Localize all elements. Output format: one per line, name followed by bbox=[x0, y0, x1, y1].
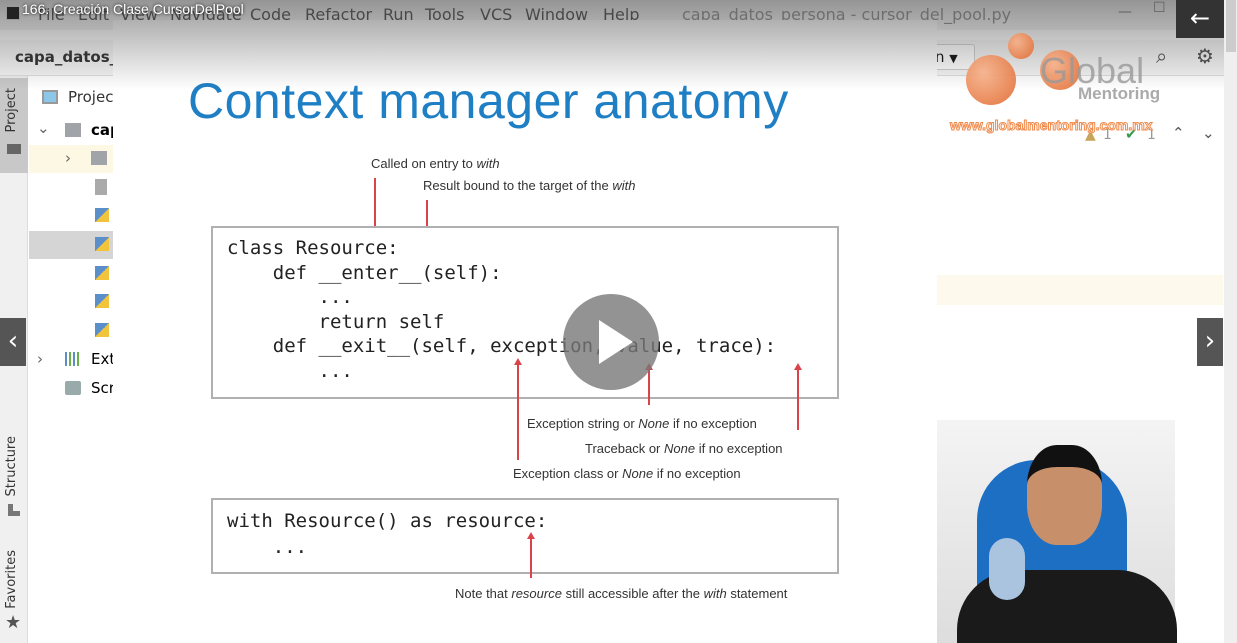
project-view-icon bbox=[42, 90, 58, 104]
python-file-icon bbox=[95, 294, 109, 308]
tree-item-py-file[interactable] bbox=[29, 260, 113, 288]
tree-item-py-file[interactable] bbox=[29, 202, 113, 230]
tool-tab-favorites[interactable]: Favorites ★ bbox=[0, 548, 28, 638]
chevron-right-icon: › bbox=[37, 350, 43, 368]
minimize-icon[interactable]: — bbox=[1118, 4, 1132, 20]
tool-tab-project[interactable]: Project bbox=[0, 78, 28, 173]
python-file-icon bbox=[95, 323, 109, 337]
tree-item-scratches[interactable]: Scr bbox=[29, 375, 115, 403]
scratches-icon bbox=[65, 381, 81, 395]
globe-small-icon bbox=[1008, 33, 1034, 59]
chevron-up-icon[interactable]: ⌃ bbox=[1172, 124, 1185, 142]
chevron-left-icon: ‹ bbox=[7, 326, 19, 356]
note-result: Result bound to the target of the with bbox=[423, 178, 636, 193]
tree-item-folder[interactable]: › bbox=[29, 145, 113, 173]
logo-url: www.globalmentoring.com.mx bbox=[950, 117, 1154, 134]
breadcrumb[interactable]: capa_datos_ bbox=[15, 48, 117, 66]
star-icon: ★ bbox=[5, 612, 22, 633]
note-enter: Called on entry to with bbox=[371, 156, 500, 171]
search-icon[interactable]: ⌕ bbox=[1156, 44, 1167, 68]
tree-item-py-file[interactable] bbox=[29, 317, 113, 345]
chevron-down-icon[interactable]: ⌄ bbox=[1202, 124, 1215, 142]
code-box-with: with Resource() as resource: ... bbox=[211, 498, 839, 574]
tool-tab-structure-label: Structure bbox=[4, 436, 19, 497]
tree-scratches-label: Scr bbox=[91, 379, 115, 397]
back-button[interactable]: ← bbox=[1176, 0, 1224, 38]
microphone bbox=[989, 538, 1025, 600]
tool-tab-structure[interactable]: Structure bbox=[0, 432, 28, 522]
note-traceback: Traceback or None if no exception bbox=[585, 441, 783, 456]
code-with-statement: with Resource() as resource: ... bbox=[227, 510, 548, 558]
slide-title: Context manager anatomy bbox=[188, 73, 789, 129]
arrow-exception bbox=[514, 358, 522, 460]
video-title: 166. Creación Clase CursorDelPool bbox=[22, 1, 244, 17]
python-file-icon bbox=[95, 208, 109, 222]
tree-item-file[interactable] bbox=[29, 173, 113, 201]
folder-icon bbox=[65, 123, 81, 137]
note-exception-class: Exception class or None if no exception bbox=[513, 466, 741, 481]
logo-sub: Mentoring bbox=[1078, 84, 1161, 103]
scrollbar[interactable] bbox=[1224, 0, 1237, 643]
webcam-overlay bbox=[937, 420, 1177, 643]
tree-item-root[interactable]: ⌄ cap bbox=[29, 117, 121, 145]
editor-current-line bbox=[937, 275, 1223, 305]
chevron-down-icon: ▼ bbox=[949, 52, 958, 65]
folder-icon bbox=[7, 144, 21, 154]
structure-icon bbox=[8, 504, 20, 516]
globe-icon bbox=[966, 55, 1016, 105]
tool-tab-favorites-label: Favorites bbox=[4, 550, 19, 609]
code-resource-class: class Resource: def __enter__(self): ...… bbox=[227, 237, 777, 382]
arrow-left-icon: ← bbox=[1189, 4, 1211, 32]
python-file-icon bbox=[95, 237, 109, 251]
tree-item-external-libraries[interactable]: › Ext bbox=[29, 346, 116, 374]
library-icon bbox=[65, 352, 81, 366]
project-panel-header: Projec bbox=[29, 84, 113, 112]
arrow-trace bbox=[794, 363, 802, 430]
project-panel-title: Projec bbox=[68, 88, 114, 106]
chevron-right-icon: › bbox=[65, 149, 71, 167]
person-head bbox=[1027, 445, 1102, 545]
gear-icon[interactable]: ⚙ bbox=[1196, 44, 1214, 68]
project-tree: Projec ⌄ cap › › Ext Scr bbox=[29, 80, 121, 640]
code-box-resource: class Resource: def __enter__(self): ...… bbox=[211, 226, 839, 399]
maximize-icon[interactable]: ☐ bbox=[1153, 0, 1166, 16]
chevron-down-icon: ⌄ bbox=[37, 119, 50, 137]
prev-button[interactable]: ‹ bbox=[0, 318, 26, 366]
text-file-icon bbox=[95, 179, 107, 195]
chevron-right-icon: › bbox=[1204, 326, 1216, 356]
note-exception-string: Exception string or None if no exception bbox=[527, 416, 757, 431]
arrow-resource bbox=[527, 532, 535, 578]
pycharm-icon bbox=[6, 6, 20, 20]
scrollbar-thumb[interactable] bbox=[1226, 0, 1236, 52]
folder-icon bbox=[91, 151, 107, 165]
video-slide: Context manager anatomy Called on entry … bbox=[113, 20, 937, 643]
tool-tab-project-label: Project bbox=[4, 88, 19, 133]
next-button[interactable]: › bbox=[1197, 318, 1223, 366]
python-file-icon bbox=[95, 266, 109, 280]
tree-external-label: Ext bbox=[91, 350, 116, 368]
tree-item-py-file[interactable] bbox=[29, 288, 113, 316]
note-resource: Note that resource still accessible afte… bbox=[455, 586, 788, 601]
play-button[interactable] bbox=[563, 294, 659, 390]
tree-item-py-file-selected[interactable] bbox=[29, 231, 113, 259]
